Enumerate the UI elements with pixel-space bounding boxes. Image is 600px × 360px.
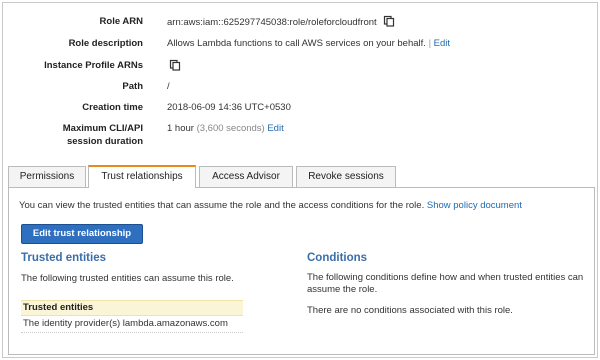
max-session-label-line2: session duration [66,136,143,147]
tab-permissions[interactable]: Permissions [8,166,86,188]
role-description-value: Allows Lambda functions to call AWS serv… [167,37,450,50]
copy-icon[interactable] [169,59,181,71]
trusted-entities-heading: Trusted entities [21,252,106,264]
conditions-heading: Conditions [307,252,368,264]
path-label: Path [122,81,143,92]
role-description-label: Role description [68,38,143,49]
max-session-label: Maximum CLI/API session duration [63,122,143,148]
role-description-text: Allows Lambda functions to call AWS serv… [167,38,426,49]
edit-session-link[interactable]: Edit [267,123,283,134]
max-session-duration: 1 hour [167,123,194,134]
trusted-entities-table-header: Trusted entities [21,300,243,316]
max-session-label-line1: Maximum CLI/API [62,123,143,134]
panel-intro: You can view the trusted entities that c… [19,200,522,211]
trust-relationships-panel: You can view the trusted entities that c… [8,187,595,355]
edit-description-link[interactable]: Edit [434,38,450,49]
copy-icon[interactable] [383,15,395,27]
conditions-desc: The following conditions define how and … [307,272,584,295]
tab-revoke-sessions[interactable]: Revoke sessions [296,166,396,188]
trusted-entities-desc: The following trusted entities can assum… [21,273,234,284]
role-arn-label: Role ARN [99,16,143,27]
edit-trust-relationship-button[interactable]: Edit trust relationship [21,224,143,244]
path-value: / [167,81,170,92]
role-arn-text: arn:aws:iam::625297745038:role/roleforcl… [167,17,377,28]
tab-access-advisor[interactable]: Access Advisor [199,166,293,188]
creation-time-label: Creation time [82,102,143,113]
separator: | [428,38,432,49]
creation-time-value: 2018-06-09 14:36 UTC+0530 [167,102,291,113]
max-session-seconds: (3,600 seconds) [196,123,265,134]
instance-profile-value [167,59,181,73]
trusted-entity-row: The identity provider(s) lambda.amazonaw… [21,318,243,333]
conditions-none: There are no conditions associated with … [307,305,513,316]
instance-profile-label: Instance Profile ARNs [44,60,143,71]
role-summary-frame: Role ARN arn:aws:iam::625297745038:role/… [2,2,598,358]
role-tabs: Permissions Trust relationships Access A… [8,165,595,188]
max-session-value: 1 hour (3,600 seconds) Edit [167,122,284,135]
role-arn-value: arn:aws:iam::625297745038:role/roleforcl… [167,15,395,29]
tab-trust-relationships[interactable]: Trust relationships [88,165,196,188]
show-policy-document-link[interactable]: Show policy document [427,200,522,211]
intro-text: You can view the trusted entities that c… [19,200,425,211]
